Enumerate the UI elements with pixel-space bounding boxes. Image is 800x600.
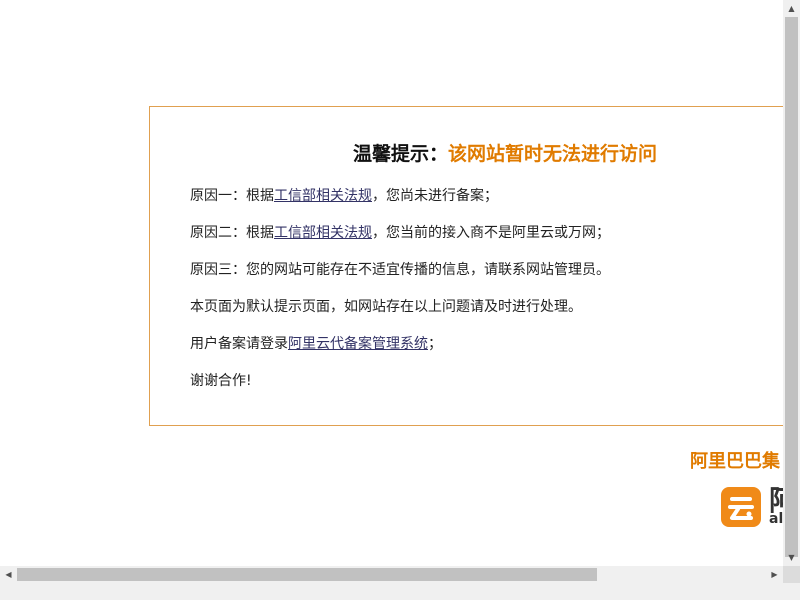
reason-one-line: 原因一：根据工信部相关法规，您尚未进行备案； xyxy=(190,185,610,222)
filing-login-line: 用户备案请登录阿里云代备案管理系统； xyxy=(190,333,610,370)
scrollbar-corner xyxy=(783,566,800,583)
notice-lines: 原因一：根据工信部相关法规，您尚未进行备案； 原因二：根据工信部相关法规，您当前… xyxy=(190,185,610,407)
reason-one-text: 原因一：根据 xyxy=(190,188,274,204)
page-viewport: 温馨提示：该网站暂时无法进行访问 原因一：根据工信部相关法规，您尚未进行备案； … xyxy=(0,0,783,566)
notice-box: 温馨提示：该网站暂时无法进行访问 原因一：根据工信部相关法规，您尚未进行备案； … xyxy=(149,106,783,426)
vertical-scrollbar[interactable]: ▲ ▼ xyxy=(783,0,800,566)
filing-login-tail: ； xyxy=(428,336,442,352)
title-accent: 该网站暂时无法进行访问 xyxy=(448,143,658,165)
bottom-strip xyxy=(0,583,800,600)
vertical-scroll-thumb[interactable] xyxy=(785,17,798,557)
default-page-line: 本页面为默认提示页面，如网站存在以上问题请及时进行处理。 xyxy=(190,299,582,315)
scroll-left-arrow-icon[interactable]: ◀ xyxy=(0,566,17,583)
reason-two-tail: ，您当前的接入商不是阿里云或万网； xyxy=(372,225,610,241)
miit-regulations-link-2[interactable]: 工信部相关法规 xyxy=(274,225,372,241)
filing-login-text: 用户备案请登录 xyxy=(190,336,288,352)
reason-two-line: 原因二：根据工信部相关法规，您当前的接入商不是阿里云或万网； xyxy=(190,222,610,259)
reason-two-text: 原因二：根据 xyxy=(190,225,274,241)
scroll-down-arrow-icon[interactable]: ▼ xyxy=(783,549,800,566)
thanks-line: 谢谢合作! xyxy=(190,373,252,389)
group-name: 阿里巴巴集 xyxy=(690,451,780,472)
title-prefix: 温馨提示： xyxy=(353,143,449,165)
scroll-up-arrow-icon[interactable]: ▲ xyxy=(783,0,800,17)
logo-text-en: al xyxy=(769,511,783,527)
aliyun-logo-icon xyxy=(721,487,761,527)
miit-regulations-link[interactable]: 工信部相关法规 xyxy=(274,188,372,204)
horizontal-scrollbar[interactable]: ◀ ▶ xyxy=(0,566,783,583)
aliyun-logo: 阿 al xyxy=(721,487,783,527)
filing-system-link[interactable]: 阿里云代备案管理系统 xyxy=(288,336,428,352)
reason-one-tail: ，您尚未进行备案； xyxy=(372,188,498,204)
scroll-right-arrow-icon[interactable]: ▶ xyxy=(766,566,783,583)
horizontal-scroll-thumb[interactable] xyxy=(17,568,597,581)
reason-three-line: 原因三：您的网站可能存在不适宜传播的信息，请联系网站管理员。 xyxy=(190,262,610,278)
notice-title: 温馨提示：该网站暂时无法进行访问 xyxy=(353,139,657,166)
